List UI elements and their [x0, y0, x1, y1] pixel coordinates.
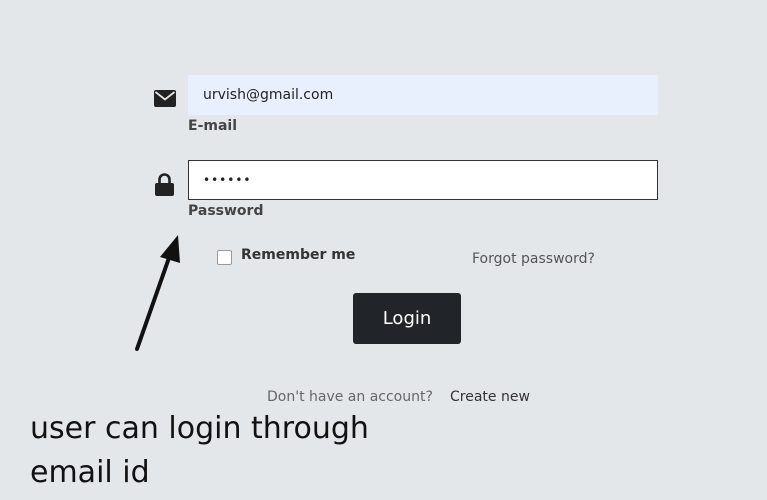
login-button[interactable]: Login — [353, 293, 461, 344]
annotation-arrow — [135, 235, 180, 351]
create-account-link[interactable]: Create new — [450, 389, 530, 405]
lock-icon — [155, 173, 174, 196]
email-label: E-mail — [188, 118, 238, 134]
email-field[interactable] — [188, 75, 658, 115]
annotation-text-line-2: email id — [30, 455, 150, 490]
remember-me-label[interactable]: Remember me — [241, 247, 355, 263]
signup-prompt: Don't have an account? — [267, 389, 433, 405]
password-field[interactable] — [188, 160, 658, 200]
annotation-text-line-1: user can login through — [30, 411, 369, 446]
password-label: Password — [188, 203, 264, 219]
remember-me-checkbox[interactable] — [217, 250, 232, 265]
forgot-password-link[interactable]: Forgot password? — [472, 251, 595, 267]
envelope-icon — [154, 90, 176, 107]
